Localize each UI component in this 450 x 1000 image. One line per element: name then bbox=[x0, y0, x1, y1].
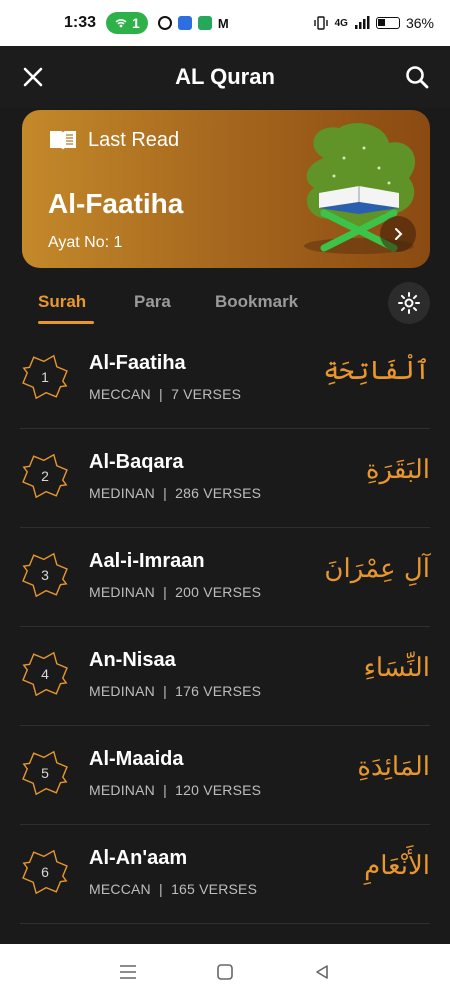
surah-name: Al-An'aam bbox=[89, 847, 188, 869]
battery-percent: 36% bbox=[405, 15, 434, 31]
android-icon bbox=[197, 16, 212, 30]
network-type: 4G bbox=[334, 17, 348, 29]
search-icon[interactable] bbox=[404, 64, 430, 90]
surah-meta: MECCAN | 165 VERSES bbox=[89, 881, 258, 897]
app-title: AL Quran bbox=[175, 64, 275, 89]
surah-number-badge: 2 bbox=[20, 451, 70, 501]
surah-number-badge: 1 bbox=[20, 352, 70, 402]
last-read-header: Last Read bbox=[48, 128, 179, 152]
surah-number: 6 bbox=[41, 864, 49, 880]
chevron-right-icon[interactable] bbox=[380, 216, 416, 252]
status-bar: 1:33 1 M 4G 36% bbox=[0, 0, 450, 46]
surah-number: 2 bbox=[41, 468, 49, 484]
surah-row[interactable]: 5 Al-Maaida MEDINAN | 120 VERSES المَائِ… bbox=[20, 726, 430, 825]
surah-number: 4 bbox=[41, 666, 49, 682]
tab-bar: Surah Para Bookmark bbox=[0, 280, 450, 330]
close-icon[interactable] bbox=[20, 64, 46, 90]
surah-arabic-name: المَائِدَةِ bbox=[357, 752, 430, 782]
surah-list: 1 Al-Faatiha MECCAN | 7 VERSES ٱلْفَاتِح… bbox=[0, 330, 450, 924]
hotspot-badge: 1 bbox=[106, 12, 148, 34]
book-icon bbox=[50, 131, 76, 150]
surah-row[interactable]: 1 Al-Faatiha MECCAN | 7 VERSES ٱلْفَاتِح… bbox=[20, 330, 430, 429]
signal-icon bbox=[354, 16, 370, 29]
surah-meta: MEDINAN | 286 VERSES bbox=[89, 485, 262, 501]
surah-meta: MECCAN | 7 VERSES bbox=[89, 386, 242, 402]
surah-number-badge: 5 bbox=[20, 748, 70, 798]
surah-row[interactable]: 2 Al-Baqara MEDINAN | 286 VERSES البَقَر… bbox=[20, 429, 430, 528]
last-read-label: Last Read bbox=[88, 128, 180, 151]
surah-number: 3 bbox=[41, 567, 49, 583]
home-nav-icon[interactable] bbox=[213, 960, 237, 984]
surah-number-badge: 3 bbox=[20, 550, 70, 600]
hotspot-icon bbox=[115, 19, 127, 28]
notification-icons: M bbox=[157, 15, 229, 31]
surah-number-badge: 4 bbox=[20, 649, 70, 699]
surah-meta: MEDINAN | 120 VERSES bbox=[89, 782, 262, 798]
whatsapp-icon bbox=[157, 16, 172, 30]
active-tab-indicator bbox=[38, 321, 94, 324]
app-bar: AL Quran bbox=[0, 46, 450, 108]
last-read-surah: Al-Faatiha bbox=[48, 188, 184, 219]
surah-name: Al-Maaida bbox=[89, 748, 184, 770]
surah-name: An-Nisaa bbox=[89, 649, 176, 671]
gmail-icon: M bbox=[217, 15, 229, 31]
surah-row[interactable]: 6 Al-An'aam MECCAN | 165 VERSES الأَنْعَ… bbox=[20, 825, 430, 924]
tab-bookmark[interactable]: Bookmark bbox=[215, 292, 298, 312]
surah-number: 1 bbox=[41, 369, 49, 385]
surah-name: Al-Baqara bbox=[89, 451, 184, 473]
hotspot-count: 1 bbox=[132, 15, 140, 31]
surah-arabic-name: ٱلْفَاتِحَةِ bbox=[323, 356, 430, 386]
surah-meta: MEDINAN | 200 VERSES bbox=[89, 584, 262, 600]
surah-meta: MEDINAN | 176 VERSES bbox=[89, 683, 262, 699]
surah-arabic-name: النِّسَاءِ bbox=[363, 653, 430, 683]
drive-icon bbox=[177, 16, 192, 30]
surah-row[interactable]: 4 An-Nisaa MEDINAN | 176 VERSES النِّسَا… bbox=[20, 627, 430, 726]
surah-arabic-name: آلِ عِمْرَانَ bbox=[324, 554, 430, 584]
back-nav-icon[interactable] bbox=[310, 960, 334, 984]
system-nav-bar bbox=[0, 944, 450, 1000]
last-read-card[interactable]: Last Read Al-Faatiha Ayat No: 1 bbox=[22, 110, 430, 268]
surah-arabic-name: البَقَرَةِ bbox=[365, 455, 430, 485]
settings-button[interactable] bbox=[388, 282, 430, 324]
surah-number: 5 bbox=[41, 765, 49, 781]
surah-arabic-name: الأَنْعَامِ bbox=[364, 851, 430, 881]
surah-row[interactable]: 3 Aal-i-Imraan MEDINAN | 200 VERSES آلِ … bbox=[20, 528, 430, 627]
status-right: 4G 36% bbox=[313, 15, 434, 31]
menu-nav-icon[interactable] bbox=[116, 960, 140, 984]
surah-number-badge: 6 bbox=[20, 847, 70, 897]
tab-para[interactable]: Para bbox=[134, 292, 171, 312]
vibrate-icon bbox=[313, 16, 328, 30]
surah-name: Al-Faatiha bbox=[89, 352, 186, 374]
last-read-ayat: Ayat No: 1 bbox=[48, 234, 123, 251]
tab-surah[interactable]: Surah bbox=[38, 292, 86, 312]
status-time: 1:33 bbox=[64, 14, 97, 31]
gear-icon bbox=[398, 292, 420, 314]
battery-icon bbox=[375, 17, 400, 29]
surah-name: Aal-i-Imraan bbox=[89, 550, 205, 572]
